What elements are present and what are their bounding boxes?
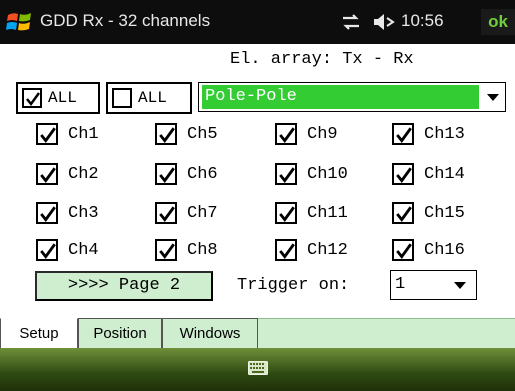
channel-checkbox[interactable]: Ch13 <box>392 122 465 146</box>
tab-position[interactable]: Position <box>78 318 162 349</box>
channel-label: Ch15 <box>424 203 465 223</box>
title-bar: GDD Rx - 32 channels 10:56 ok <box>0 0 515 44</box>
channel-label: Ch16 <box>424 240 465 260</box>
channel-checkbox[interactable]: Ch9 <box>275 122 338 146</box>
channel-checkbox[interactable]: Ch1 <box>36 122 99 146</box>
checkbox-box <box>392 239 414 261</box>
app-title: GDD Rx - 32 channels <box>40 11 211 30</box>
connectivity-icon[interactable] <box>340 13 362 31</box>
channel-checkbox[interactable]: Ch7 <box>155 201 218 225</box>
page-2-button[interactable]: >>>> Page 2 <box>35 271 213 301</box>
channel-checkbox[interactable]: Ch10 <box>275 162 348 186</box>
channel-label: Ch7 <box>187 203 218 223</box>
checkbox-box <box>392 163 414 185</box>
channel-checkbox[interactable]: Ch15 <box>392 201 465 225</box>
trigger-select[interactable]: 1 <box>390 270 477 300</box>
channel-label: Ch1 <box>68 124 99 144</box>
channel-label: Ch13 <box>424 124 465 144</box>
channel-checkbox[interactable]: Ch8 <box>155 238 218 262</box>
channel-label: Ch9 <box>307 124 338 144</box>
channel-checkbox[interactable]: Ch2 <box>36 162 99 186</box>
tab-strip: Setup Position Windows <box>0 318 515 349</box>
checkbox-box <box>155 163 177 185</box>
channel-label: Ch2 <box>68 164 99 184</box>
channel-checkbox[interactable]: Ch14 <box>392 162 465 186</box>
channel-label: Ch12 <box>307 240 348 260</box>
checkbox-box <box>155 239 177 261</box>
channel-label: Ch5 <box>187 124 218 144</box>
channel-label: Ch14 <box>424 164 465 184</box>
channel-label: Ch3 <box>68 203 99 223</box>
uncheck-all-label: ALL <box>138 89 167 107</box>
array-type-select[interactable]: Pole-Pole <box>198 82 506 112</box>
channel-label: Ch11 <box>307 203 348 223</box>
channel-label: Ch10 <box>307 164 348 184</box>
channel-checkbox[interactable]: Ch3 <box>36 201 99 225</box>
checkbox-box <box>275 239 297 261</box>
channel-label: Ch8 <box>187 240 218 260</box>
checkbox-box <box>275 202 297 224</box>
channel-checkbox[interactable]: Ch5 <box>155 122 218 146</box>
channel-label: Ch4 <box>68 240 99 260</box>
checkbox-box <box>36 239 58 261</box>
checkbox-box <box>275 123 297 145</box>
checkbox-box <box>36 123 58 145</box>
checkbox-box <box>392 202 414 224</box>
softkey-bar <box>0 348 515 391</box>
electrode-array-label: El. array: Tx - Rx <box>230 50 414 69</box>
clock: 10:56 <box>401 11 444 30</box>
tab-setup[interactable]: Setup <box>0 318 78 349</box>
volume-icon[interactable] <box>372 13 396 31</box>
checkbox-box <box>275 163 297 185</box>
trigger-value: 1 <box>395 275 406 294</box>
channel-checkbox[interactable]: Ch12 <box>275 238 348 262</box>
keyboard-icon[interactable] <box>248 361 268 375</box>
chevron-down-icon <box>454 282 466 289</box>
trigger-label: Trigger on: <box>237 276 350 295</box>
array-type-value: Pole-Pole <box>202 85 479 109</box>
channel-checkbox[interactable]: Ch11 <box>275 201 348 225</box>
checkbox-box <box>36 163 58 185</box>
checkbox-box <box>155 123 177 145</box>
tab-windows[interactable]: Windows <box>162 318 258 349</box>
checkbox-box <box>112 88 132 108</box>
check-all-checkbox[interactable]: ALL <box>16 82 100 114</box>
uncheck-all-checkbox[interactable]: ALL <box>106 82 192 114</box>
check-all-label: ALL <box>48 89 77 107</box>
checkbox-box <box>392 123 414 145</box>
checkbox-box <box>36 202 58 224</box>
ok-button[interactable]: ok <box>481 9 515 35</box>
windows-logo-icon[interactable] <box>6 9 34 35</box>
checkbox-box <box>155 202 177 224</box>
channel-checkbox[interactable]: Ch4 <box>36 238 99 262</box>
channel-checkbox[interactable]: Ch16 <box>392 238 465 262</box>
channel-label: Ch6 <box>187 164 218 184</box>
chevron-down-icon <box>487 94 499 101</box>
checkbox-box <box>22 88 42 108</box>
channel-checkbox[interactable]: Ch6 <box>155 162 218 186</box>
